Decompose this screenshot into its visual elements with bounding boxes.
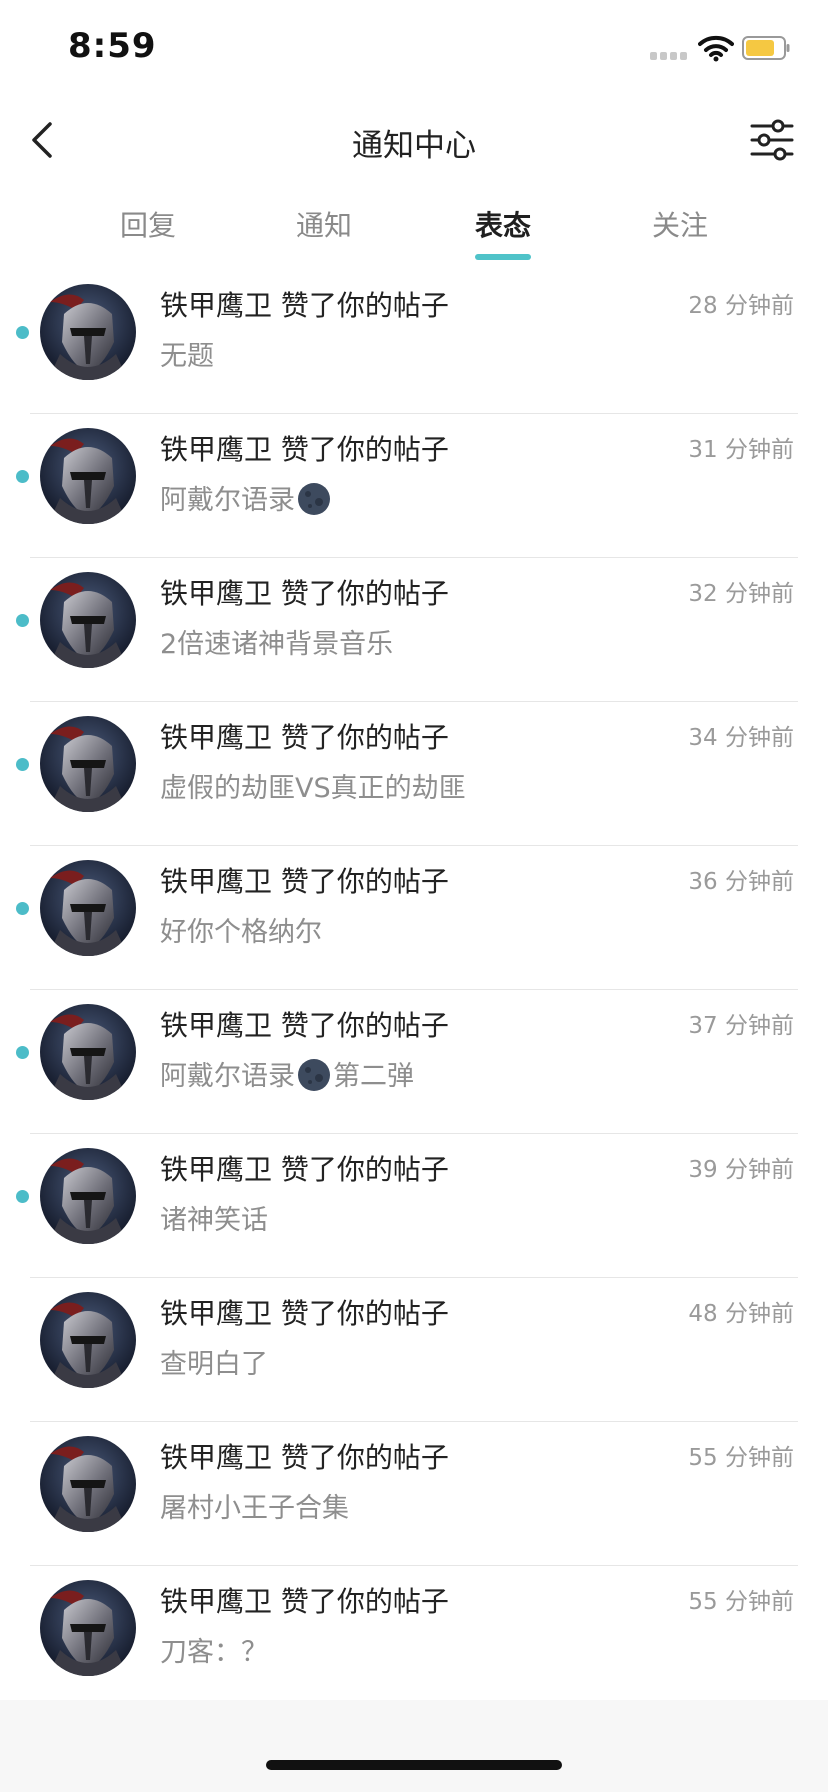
notification-time: 36 分钟前 xyxy=(688,869,794,895)
notification-item[interactable]: 铁甲鹰卫 赞了你的帖子 55 分钟前 屠村小王子合集 xyxy=(0,1422,828,1566)
notification-time: 31 分钟前 xyxy=(688,437,794,463)
avatar[interactable] xyxy=(40,1004,136,1100)
post-title-text: 阿戴尔语录 xyxy=(160,485,295,516)
notification-item[interactable]: 铁甲鹰卫 赞了你的帖子 37 分钟前 阿戴尔语录 第二弹 xyxy=(0,990,828,1134)
notification-time: 39 分钟前 xyxy=(688,1157,794,1183)
active-tab-indicator xyxy=(475,254,531,260)
post-title: 刀客：？ xyxy=(160,1630,268,1669)
post-title-text: 查明白了 xyxy=(160,1349,268,1380)
notification-time: 55 分钟前 xyxy=(688,1445,794,1471)
notification-time: 28 分钟前 xyxy=(688,293,794,319)
unread-dot xyxy=(16,902,29,915)
notification-title: 铁甲鹰卫 赞了你的帖子 xyxy=(160,1297,449,1330)
tab-reply[interactable]: 回复 xyxy=(88,204,208,244)
avatar[interactable] xyxy=(40,1292,136,1388)
notification-item[interactable]: 铁甲鹰卫 赞了你的帖子 48 分钟前 查明白了 xyxy=(0,1278,828,1422)
notification-time: 34 分钟前 xyxy=(688,725,794,751)
post-title: 阿戴尔语录 第二弹 xyxy=(160,1054,414,1095)
notification-title: 铁甲鹰卫 赞了你的帖子 xyxy=(160,433,449,466)
avatar[interactable] xyxy=(40,572,136,668)
notification-item[interactable]: 铁甲鹰卫 赞了你的帖子 36 分钟前 好你个格纳尔 xyxy=(0,846,828,990)
page-title: 通知中心 xyxy=(352,128,476,164)
notification-item[interactable]: 铁甲鹰卫 赞了你的帖子 31 分钟前 阿戴尔语录 xyxy=(0,414,828,558)
notification-item[interactable]: 铁甲鹰卫 赞了你的帖子 28 分钟前 无题 xyxy=(0,270,828,414)
avatar[interactable] xyxy=(40,428,136,524)
notification-title: 铁甲鹰卫 赞了你的帖子 xyxy=(160,1441,449,1474)
notification-title: 铁甲鹰卫 赞了你的帖子 xyxy=(160,1153,449,1186)
unread-dot xyxy=(16,470,29,483)
avatar[interactable] xyxy=(40,284,136,380)
notification-title: 铁甲鹰卫 赞了你的帖子 xyxy=(160,1009,449,1042)
avatar[interactable] xyxy=(40,1436,136,1532)
post-title-text: 阿戴尔语录 xyxy=(160,1061,295,1092)
tab-reactions[interactable]: 表态 xyxy=(443,204,563,244)
notification-time: 32 分钟前 xyxy=(688,581,794,607)
unread-dot xyxy=(16,758,29,771)
signal-icon xyxy=(650,52,690,60)
post-title: 查明白了 xyxy=(160,1342,268,1381)
bottom-safe-area xyxy=(0,1700,828,1792)
notification-item[interactable]: 铁甲鹰卫 赞了你的帖子 39 分钟前 诸神笑话 xyxy=(0,1134,828,1278)
avatar[interactable] xyxy=(40,1148,136,1244)
avatar[interactable] xyxy=(40,860,136,956)
post-title: 无题 xyxy=(160,334,214,373)
avatar[interactable] xyxy=(40,716,136,812)
post-title: 好你个格纳尔 xyxy=(160,910,322,949)
post-title: 屠村小王子合集 xyxy=(160,1486,349,1525)
home-indicator[interactable] xyxy=(266,1760,562,1770)
notification-time: 48 分钟前 xyxy=(688,1301,794,1327)
post-title-text: 虚假的劫匪VS真正的劫匪 xyxy=(160,773,466,804)
new-moon-emoji-icon xyxy=(298,482,330,515)
tab-notice[interactable]: 通知 xyxy=(264,204,384,244)
post-title-suffix: 第二弹 xyxy=(333,1061,414,1092)
notification-item[interactable]: 铁甲鹰卫 赞了你的帖子 55 分钟前 刀客：？ xyxy=(0,1566,828,1710)
post-title-text: 诸神笑话 xyxy=(160,1205,268,1236)
tab-follow[interactable]: 关注 xyxy=(620,204,740,244)
post-title: 阿戴尔语录 xyxy=(160,478,333,519)
notification-time: 37 分钟前 xyxy=(688,1013,794,1039)
post-title-text: 好你个格纳尔 xyxy=(160,917,322,948)
nav-bar: 通知中心 xyxy=(0,100,828,180)
post-title: 2倍速诸神背景音乐 xyxy=(160,622,393,661)
notification-title: 铁甲鹰卫 赞了你的帖子 xyxy=(160,721,449,754)
post-title-text: 刀客：？ xyxy=(160,1637,268,1668)
post-title-text: 屠村小王子合集 xyxy=(160,1493,349,1524)
unread-dot xyxy=(16,326,29,339)
notification-item[interactable]: 铁甲鹰卫 赞了你的帖子 34 分钟前 虚假的劫匪VS真正的劫匪 xyxy=(0,702,828,846)
notification-title: 铁甲鹰卫 赞了你的帖子 xyxy=(160,577,449,610)
status-bar: 8:59 xyxy=(0,0,828,100)
notification-title: 铁甲鹰卫 赞了你的帖子 xyxy=(160,289,449,322)
wifi-icon xyxy=(698,35,734,62)
post-title: 诸神笑话 xyxy=(160,1198,268,1237)
avatar[interactable] xyxy=(40,1580,136,1676)
new-moon-emoji-icon xyxy=(298,1058,330,1091)
unread-dot xyxy=(16,1190,29,1203)
tab-bar: 回复 通知 表态 关注 xyxy=(0,190,828,270)
post-title: 虚假的劫匪VS真正的劫匪 xyxy=(160,766,466,805)
notification-list: 铁甲鹰卫 赞了你的帖子 28 分钟前 无题 铁甲鹰卫 赞了你的帖子 31 分钟前… xyxy=(0,270,828,1710)
post-title-text: 2倍速诸神背景音乐 xyxy=(160,629,394,660)
filter-settings-button[interactable] xyxy=(748,118,796,162)
notification-item[interactable]: 铁甲鹰卫 赞了你的帖子 32 分钟前 2倍速诸神背景音乐 xyxy=(0,558,828,702)
unread-dot xyxy=(16,614,29,627)
notification-title: 铁甲鹰卫 赞了你的帖子 xyxy=(160,1585,449,1618)
post-title-text: 无题 xyxy=(160,341,214,372)
battery-icon xyxy=(742,36,790,60)
unread-dot xyxy=(16,1046,29,1059)
notification-time: 55 分钟前 xyxy=(688,1589,794,1615)
status-time: 8:59 xyxy=(68,26,157,66)
notification-title: 铁甲鹰卫 赞了你的帖子 xyxy=(160,865,449,898)
